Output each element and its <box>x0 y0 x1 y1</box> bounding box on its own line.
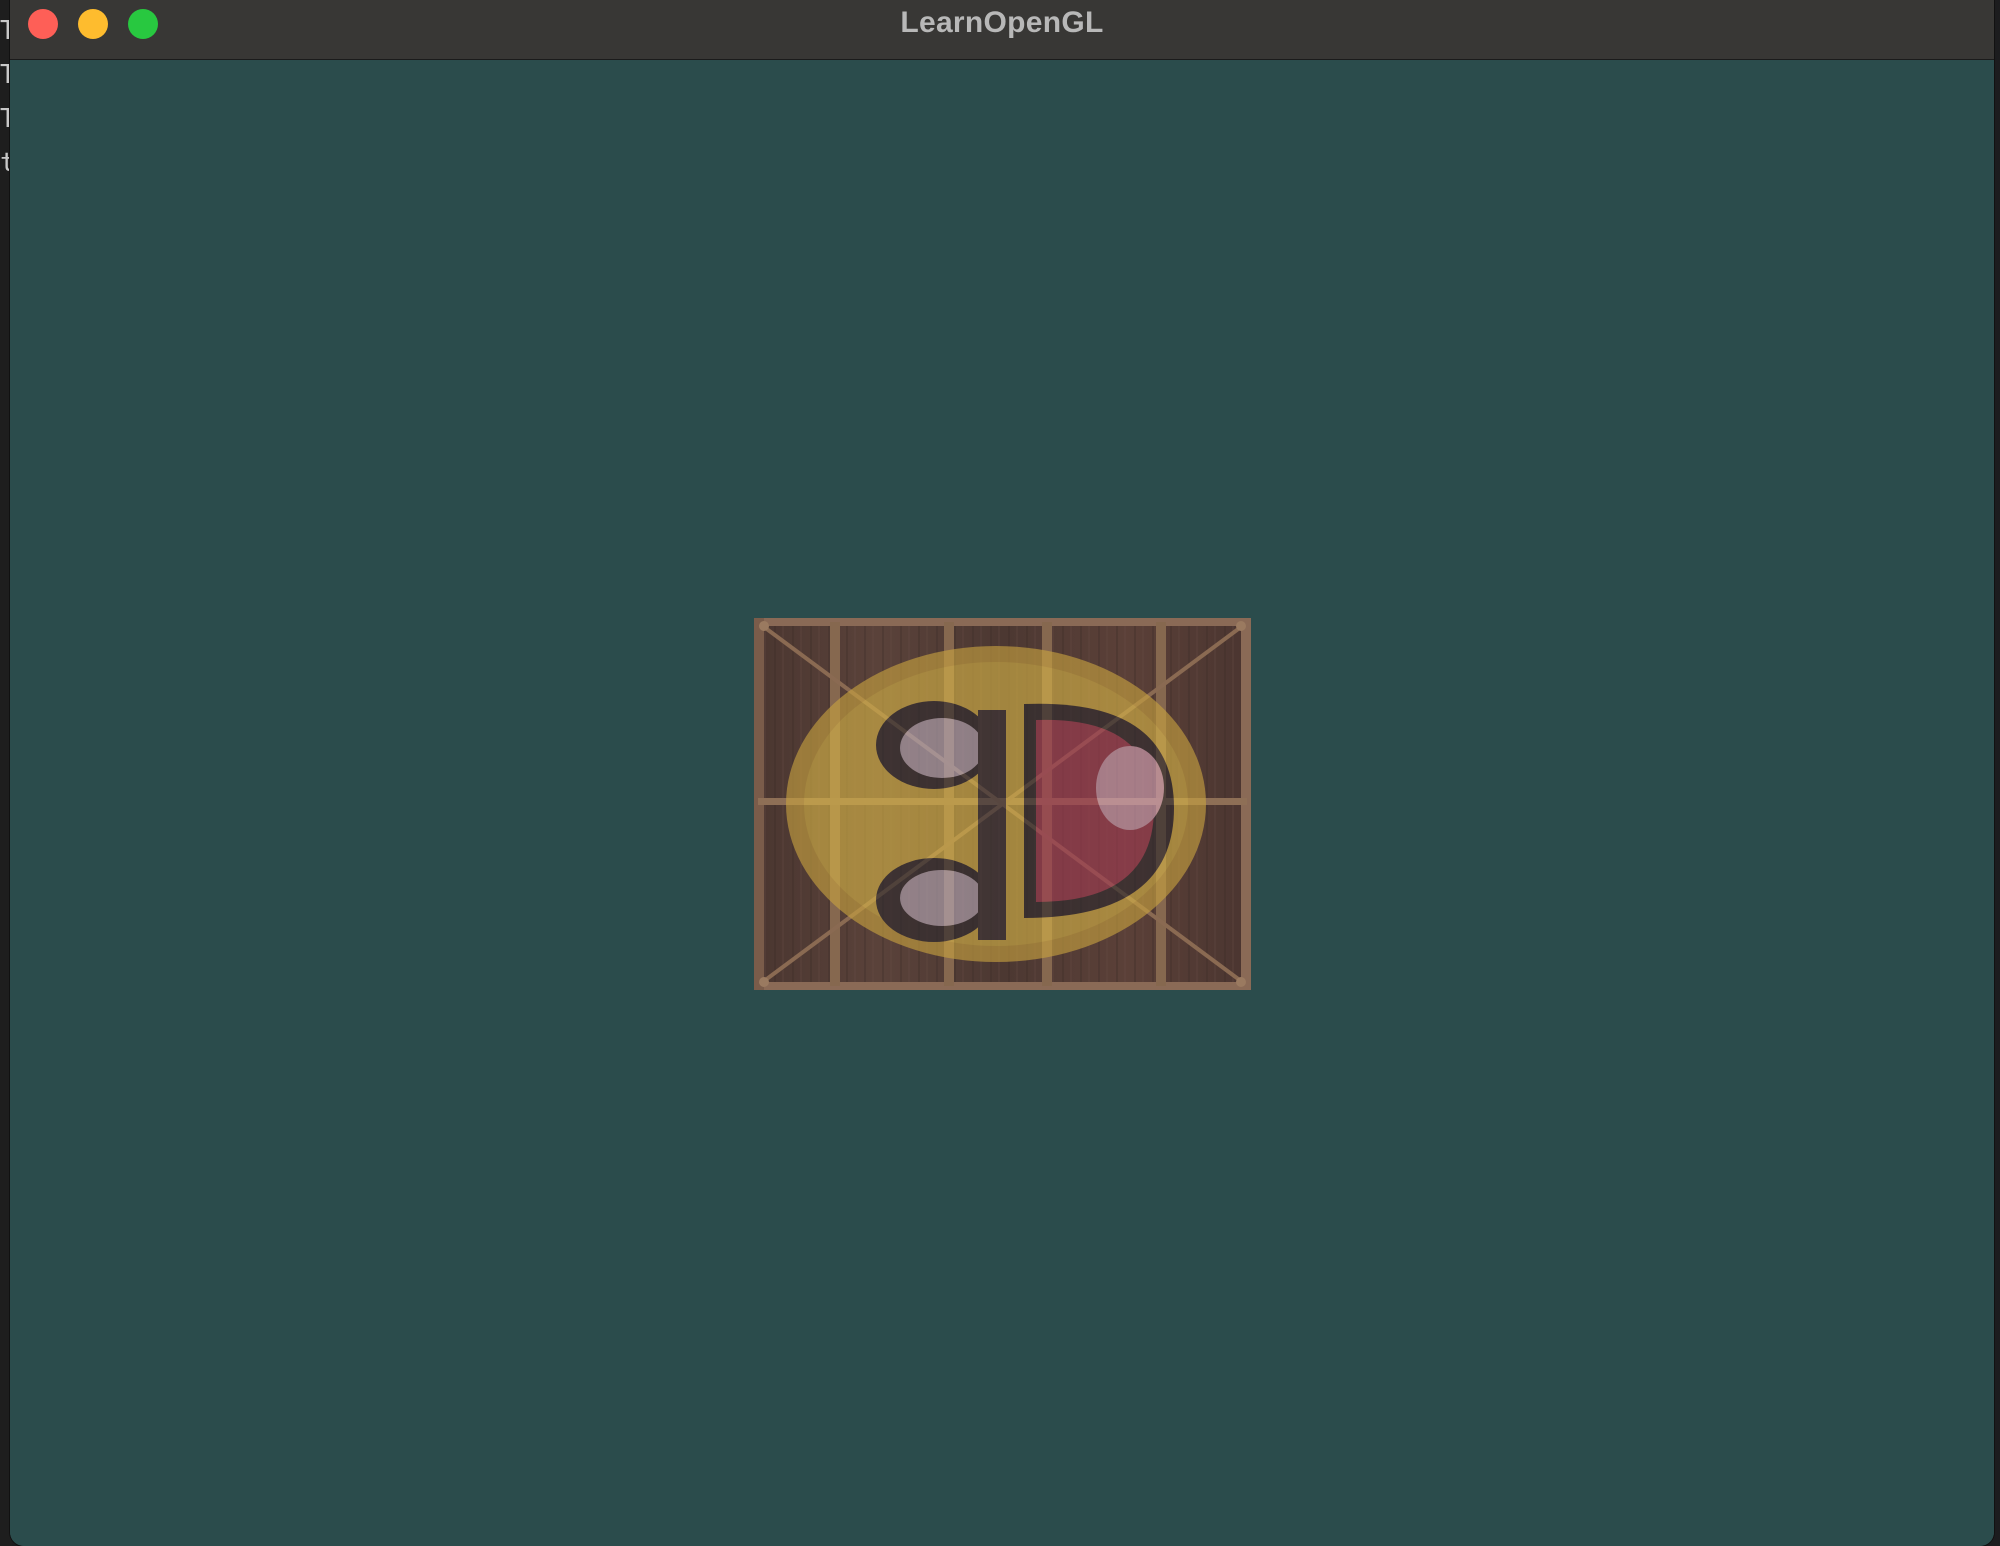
learnopengl-window: LearnOpenGL <box>10 0 1994 1546</box>
smiley-face-texture <box>786 646 1206 962</box>
window-title: LearnOpenGL <box>900 6 1104 39</box>
window-titlebar[interactable]: LearnOpenGL <box>10 0 1994 60</box>
opengl-viewport[interactable] <box>10 60 1994 1546</box>
textured-quad <box>754 618 1251 990</box>
